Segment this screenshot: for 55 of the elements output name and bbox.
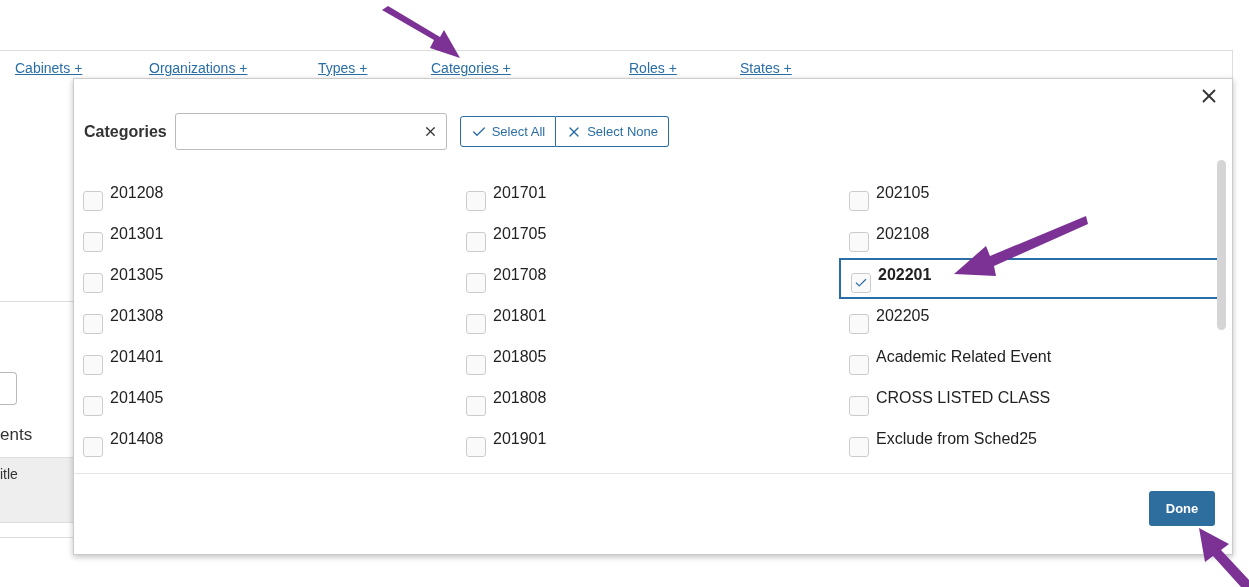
checkbox[interactable] — [83, 395, 103, 416]
checkbox[interactable] — [83, 231, 103, 252]
checkbox[interactable] — [83, 436, 103, 457]
category-option[interactable]: 202201 — [839, 258, 1219, 299]
checkbox[interactable] — [849, 436, 869, 457]
category-option[interactable]: 201808 — [466, 381, 849, 422]
category-option[interactable]: 201801 — [466, 299, 849, 340]
checkbox[interactable] — [466, 313, 486, 334]
section-label: ents — [0, 425, 34, 445]
category-option[interactable]: 201705 — [466, 217, 849, 258]
checkbox[interactable] — [849, 190, 869, 211]
category-option[interactable]: 201305 — [83, 258, 466, 299]
checkbox[interactable] — [849, 231, 869, 252]
checkbox[interactable] — [466, 231, 486, 252]
category-option[interactable]: CROSS LISTED CLASS — [849, 381, 1219, 422]
checkbox[interactable] — [849, 313, 869, 334]
checkbox[interactable] — [466, 272, 486, 293]
category-option[interactable]: 201805 — [466, 340, 849, 381]
done-button[interactable]: Done — [1149, 491, 1215, 526]
checkbox[interactable] — [851, 272, 871, 293]
category-option[interactable]: 201701 — [466, 176, 849, 217]
filter-link[interactable]: States + — [740, 60, 820, 76]
category-option[interactable]: 201405 — [83, 381, 466, 422]
checkbox[interactable] — [466, 354, 486, 375]
scrollbar[interactable] — [1217, 160, 1226, 330]
input-field[interactable] — [0, 372, 17, 405]
select-none-button[interactable]: Select None — [556, 116, 669, 147]
filter-link[interactable]: Categories + — [431, 60, 629, 76]
checkbox[interactable] — [83, 354, 103, 375]
filter-link[interactable]: Types + — [318, 60, 431, 76]
checkbox[interactable] — [849, 354, 869, 375]
category-option[interactable]: 202205 — [849, 299, 1219, 340]
category-option[interactable]: 201308 — [83, 299, 466, 340]
filter-link[interactable]: Organizations + — [149, 60, 318, 76]
category-option[interactable]: 201901 — [466, 422, 849, 463]
category-option[interactable]: 201301 — [83, 217, 466, 258]
filter-link[interactable]: Roles + — [629, 60, 740, 76]
category-option[interactable]: Academic Related Event — [849, 340, 1219, 381]
category-option[interactable]: Exclude from Sched25 — [849, 422, 1219, 463]
category-option[interactable]: 202105 — [849, 176, 1219, 217]
category-option[interactable]: 201408 — [83, 422, 466, 463]
checkbox[interactable] — [849, 395, 869, 416]
checkbox[interactable] — [83, 272, 103, 293]
dialog-title: Categories — [84, 122, 167, 141]
select-all-button[interactable]: Select All — [459, 116, 557, 147]
category-option[interactable]: 201208 — [83, 176, 466, 217]
checkbox[interactable] — [466, 436, 486, 457]
search-field[interactable] — [174, 113, 447, 150]
checkbox[interactable] — [466, 395, 486, 416]
checkbox[interactable] — [466, 190, 486, 211]
category-option[interactable]: 202108 — [849, 217, 1219, 258]
checkbox[interactable] — [83, 190, 103, 211]
filter-link[interactable]: Cabinets + — [15, 60, 149, 76]
checkbox[interactable] — [83, 313, 103, 334]
category-option[interactable]: 201401 — [83, 340, 466, 381]
